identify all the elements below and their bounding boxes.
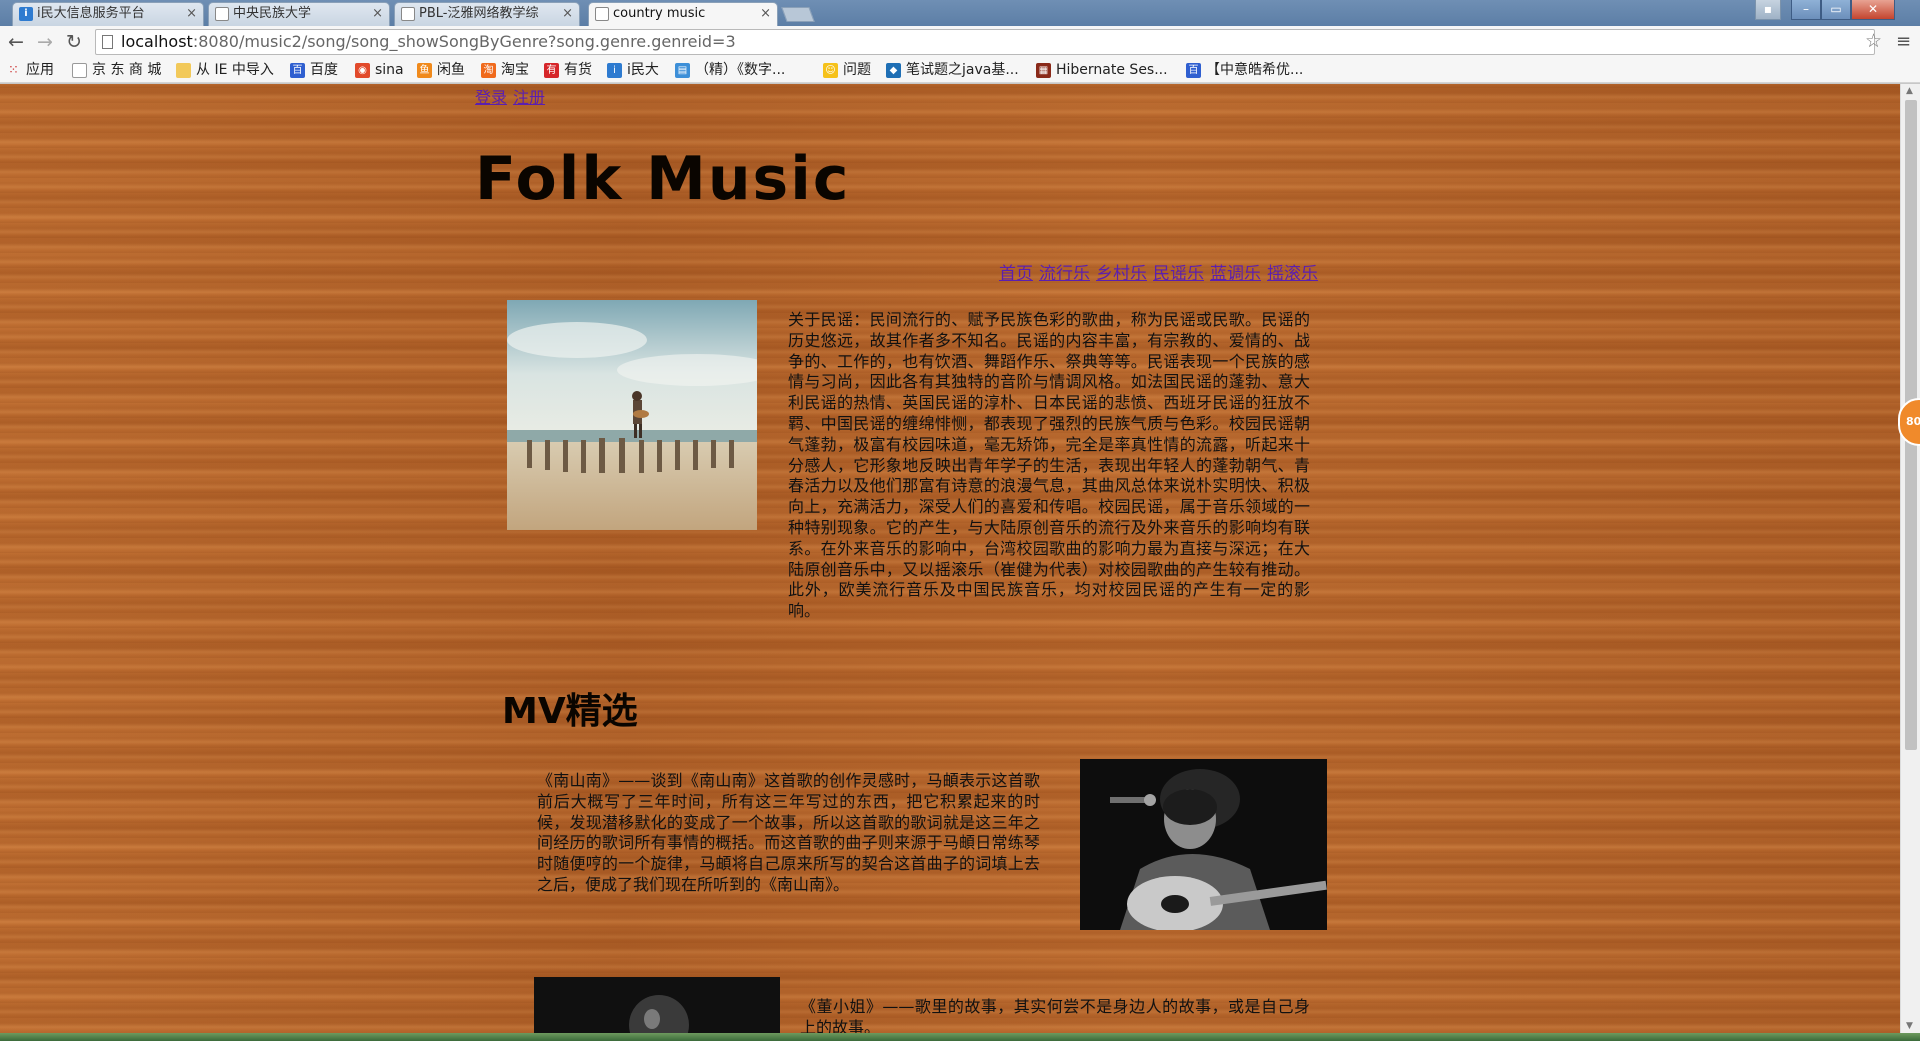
tab-country-music[interactable]: country music × <box>588 2 778 26</box>
page-favicon-icon <box>595 7 609 21</box>
page-icon <box>72 63 87 78</box>
imd-icon: i <box>607 63 622 78</box>
minimize-button[interactable]: – <box>1791 0 1821 20</box>
nav-country[interactable]: 乡村乐 <box>1096 264 1147 284</box>
new-tab-button[interactable] <box>781 7 815 22</box>
baidu-icon: 百 <box>290 63 305 78</box>
mv-item-text: 《南山南》——谈到《南山南》这首歌的创作灵感时，马頔表示这首歌前后大概写了三年时… <box>537 771 1040 894</box>
close-tab-icon[interactable]: × <box>760 3 771 25</box>
hibernate-icon: ▦ <box>1036 63 1051 78</box>
close-tab-icon[interactable]: × <box>372 3 383 25</box>
mv-item-text: 《董小姐》——歌里的故事，其实何尝不是身边人的故事，或是自己身上的故事。 <box>800 997 1310 1033</box>
nav-pop[interactable]: 流行乐 <box>1039 264 1090 284</box>
bookmark-question[interactable]: ☺ 问题 <box>823 61 871 79</box>
close-window-button[interactable]: ✕ <box>1851 0 1895 20</box>
bookmark-jd[interactable]: 京 东 商 城 <box>72 61 161 79</box>
weibo-icon: ◉ <box>355 63 370 78</box>
tab-title: 中央民族大学 <box>233 6 312 21</box>
bookmark-sina[interactable]: ◉ sina <box>355 61 404 79</box>
register-link[interactable]: 注册 <box>513 88 545 107</box>
bookmark-baidu[interactable]: 百百度 <box>290 61 338 79</box>
genre-nav: 首页 流行乐 乡村乐 民谣乐 蓝调乐 摇滚乐 <box>999 259 1324 284</box>
bookmark-hibernate[interactable]: ▦ Hibernate Ses... <box>1036 61 1168 79</box>
smiley-icon: ☺ <box>823 63 838 78</box>
xianyu-icon: 鱼 <box>417 63 432 78</box>
url-text[interactable]: localhost:8080/music2/song/song_showSong… <box>121 30 736 54</box>
mv-section-heading: MV精选 <box>502 691 638 732</box>
page-title: Folk Music <box>475 144 851 214</box>
bookmark-taobao[interactable]: 淘淘宝 <box>481 61 529 79</box>
menu-icon[interactable]: ≡ <box>1896 31 1911 52</box>
doc-icon: ▤ <box>675 63 690 78</box>
browser-toolbar: ← → ↻ localhost:8080/music2/song/song_sh… <box>0 26 1920 58</box>
page-favicon-icon <box>215 7 229 21</box>
bookmark-apps[interactable]: ⁙ 应用 <box>6 61 54 79</box>
bookmarks-bar: ⁙ 应用 京 东 商 城 从 IE 中导入 百百度 ◉ sina 鱼闲鱼 淘淘宝 有… <box>0 58 1920 83</box>
youhuo-icon: 有 <box>544 63 559 78</box>
scroll-down-icon[interactable]: ▼ <box>1906 1021 1913 1031</box>
folk-intro-text: 关于民谣：民间流行的、赋予民族色彩的歌曲，称为民谣或民歌。民谣的历史悠远，故其作… <box>788 310 1310 621</box>
folder-icon <box>176 63 191 78</box>
maximize-button[interactable]: ▭ <box>1821 0 1851 20</box>
guitarist-bw-photo <box>1080 759 1327 930</box>
apps-grid-icon: ⁙ <box>8 63 19 78</box>
tab-strip: i i民大信息服务平台 × 中央民族大学 × PBL-泛雅网络教学综 × cou… <box>0 0 1920 26</box>
bookmark-star-icon[interactable]: ☆ <box>1865 30 1882 52</box>
diamond-icon: ◆ <box>886 63 901 78</box>
bookmark-zhongyi[interactable]: 百【中意皓希优... <box>1186 61 1303 79</box>
bookmark-youhuo[interactable]: 有有货 <box>544 61 592 79</box>
tab-imd[interactable]: i i民大信息服务平台 × <box>12 2 204 26</box>
nav-home[interactable]: 首页 <box>999 264 1033 284</box>
tab-muc[interactable]: 中央民族大学 × <box>208 2 390 26</box>
nav-blues[interactable]: 蓝调乐 <box>1210 264 1261 284</box>
bookmark-digital[interactable]: ▤ （精）《数字... <box>675 61 785 79</box>
close-tab-icon[interactable]: × <box>562 3 573 25</box>
page-icon <box>102 35 113 49</box>
tab-title: country music <box>613 6 706 21</box>
bookmark-ie-folder[interactable]: 从 IE 中导入 <box>176 61 274 79</box>
bookmark-imd[interactable]: i i民大 <box>607 61 659 79</box>
back-arrow-icon[interactable]: ← <box>4 30 28 54</box>
page-viewport: 登录注册 Folk Music 首页流行乐乡村乐民谣乐蓝调乐摇滚乐 <box>0 84 1900 1033</box>
tab-title: i民大信息服务平台 <box>37 6 145 21</box>
vertical-scrollbar[interactable]: ▲ ▼ <box>1900 84 1920 1033</box>
taskbar <box>0 1033 1920 1041</box>
user-icon[interactable]: ▪ <box>1755 0 1781 20</box>
bookmark-java[interactable]: ◆ 笔试题之java基... <box>886 61 1019 79</box>
nav-folk[interactable]: 民谣乐 <box>1153 264 1204 284</box>
singer-bw-photo <box>534 977 780 1033</box>
close-tab-icon[interactable]: × <box>186 3 197 25</box>
page-favicon-icon <box>401 7 415 21</box>
bookmark-xianyu[interactable]: 鱼闲鱼 <box>417 61 465 79</box>
forward-arrow-icon[interactable]: → <box>33 30 57 54</box>
tab-title: PBL-泛雅网络教学综 <box>419 6 539 21</box>
reload-icon[interactable]: ↻ <box>62 30 86 54</box>
imd-favicon-icon: i <box>19 7 33 21</box>
folk-beach-photo <box>507 300 757 530</box>
address-bar[interactable]: localhost:8080/music2/song/song_showSong… <box>95 29 1875 55</box>
tab-pbl[interactable]: PBL-泛雅网络教学综 × <box>394 2 580 26</box>
login-link[interactable]: 登录 <box>475 88 507 107</box>
scroll-up-icon[interactable]: ▲ <box>1906 86 1913 96</box>
nav-rock[interactable]: 摇滚乐 <box>1267 264 1318 284</box>
auth-links: 登录 注册 <box>475 84 551 108</box>
taobao-icon: 淘 <box>481 63 496 78</box>
baidu-icon: 百 <box>1186 63 1201 78</box>
